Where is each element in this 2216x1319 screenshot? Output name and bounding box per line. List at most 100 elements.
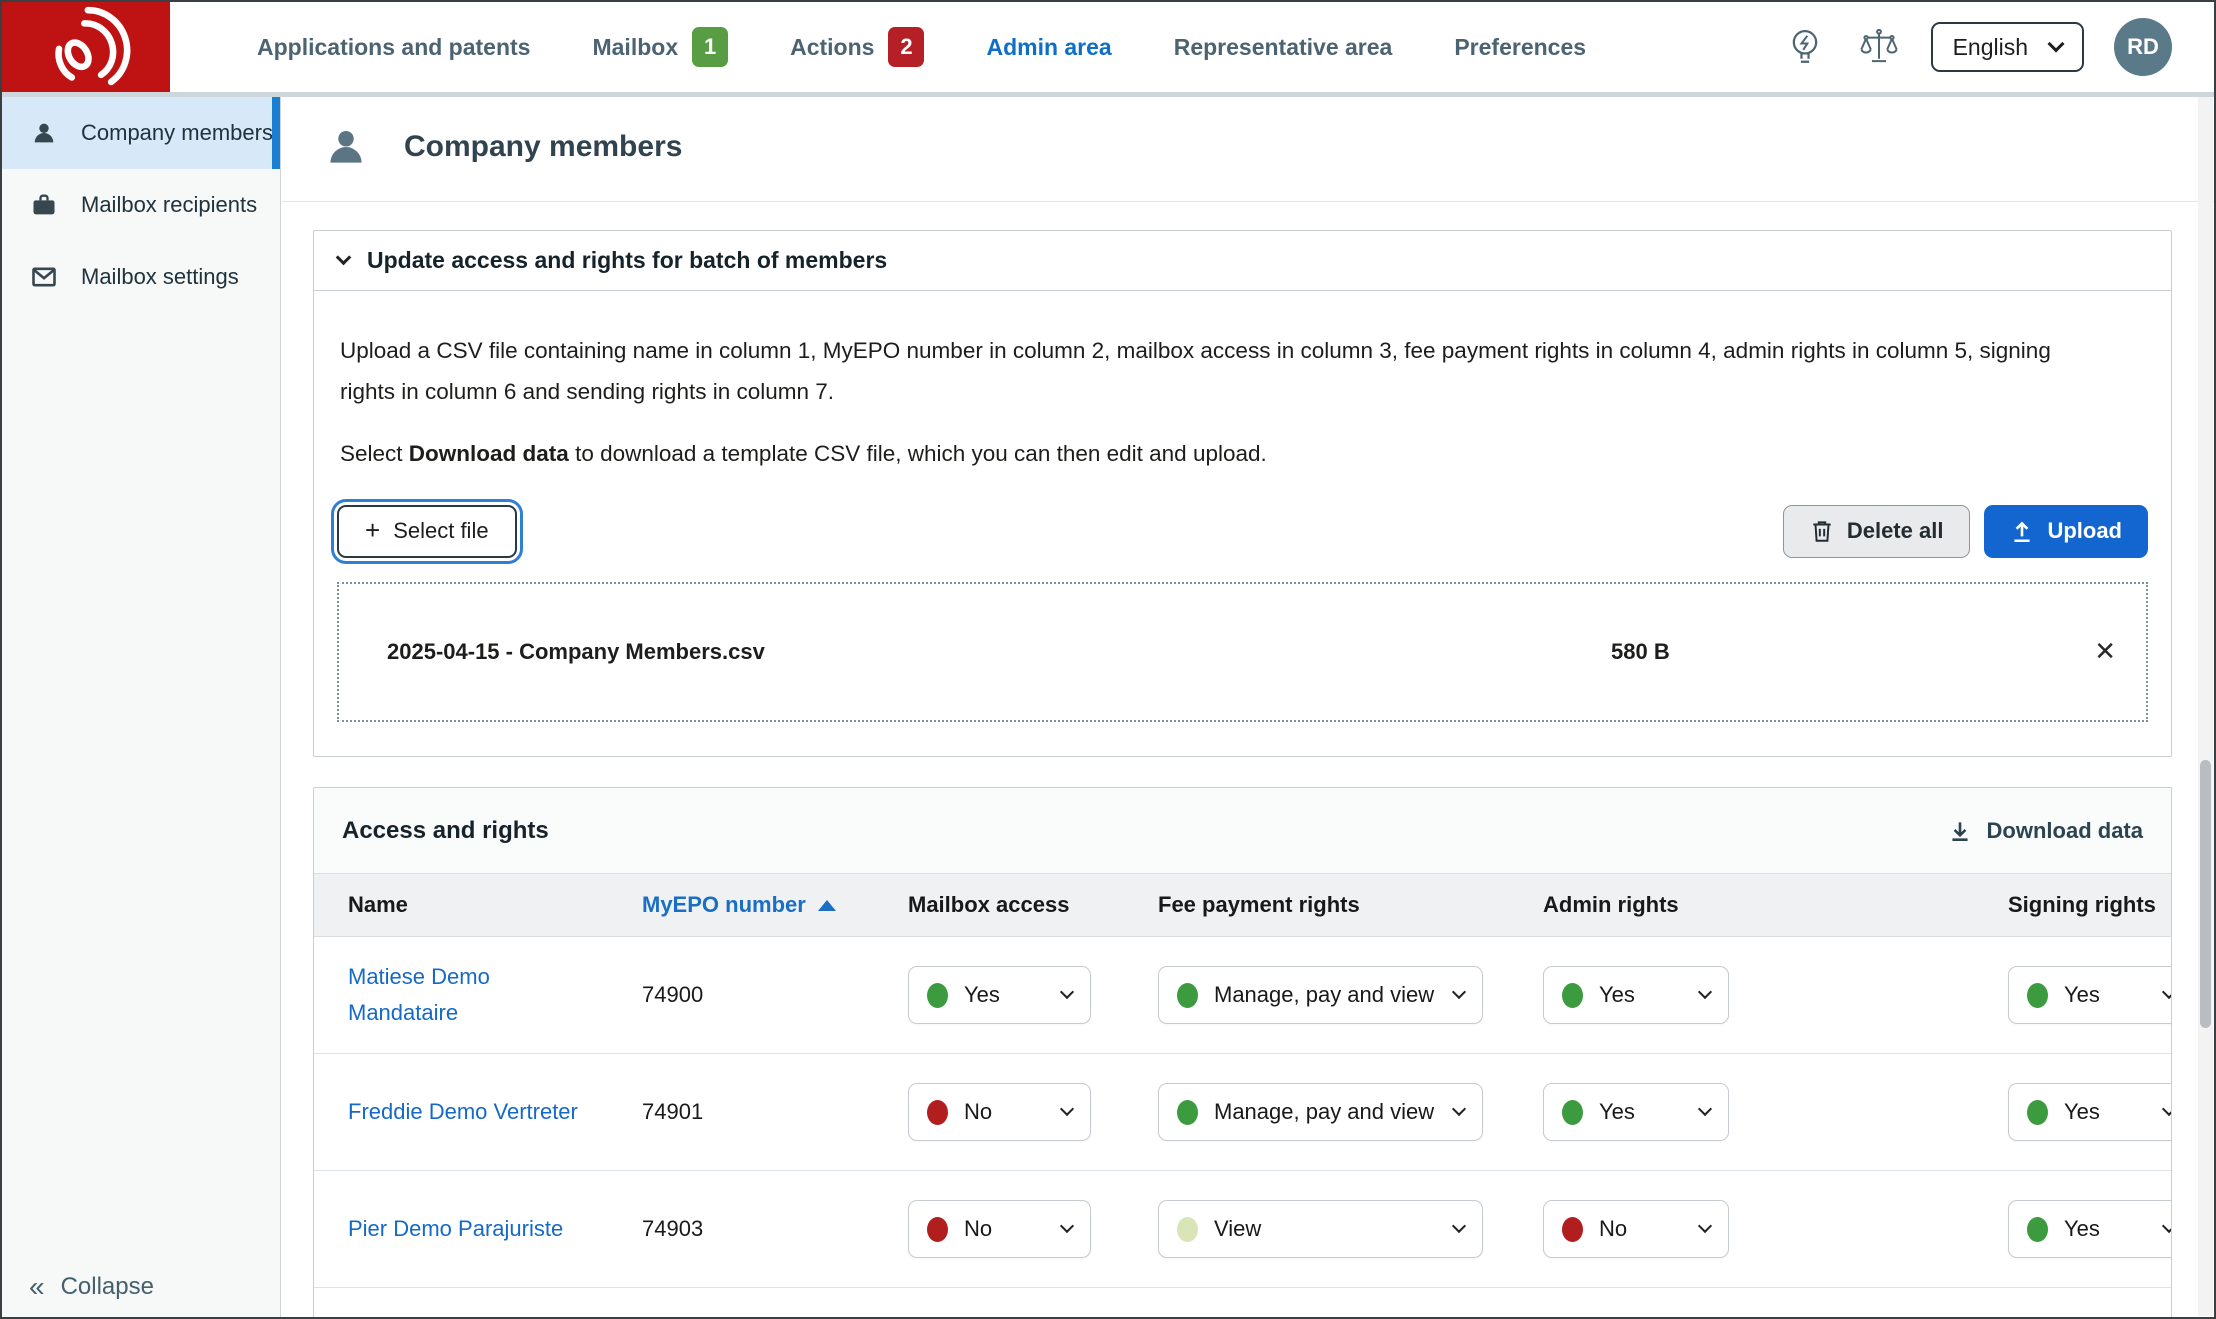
select-value: Yes (964, 982, 1000, 1008)
chevron-down-icon (336, 250, 352, 266)
select-value: Manage, pay and view (1214, 982, 1434, 1008)
upload-buttons-group: Delete all Upload (1783, 505, 2148, 558)
envelope-icon (29, 262, 59, 292)
column-header-myepo-sortable[interactable]: MyEPO number (638, 892, 908, 918)
access-panel-title: Access and rights (342, 817, 549, 845)
upload-button[interactable]: Upload (1984, 505, 2148, 558)
signing-rights-select[interactable]: Yes (2008, 966, 2172, 1024)
column-header-fee-payment-rights: Fee payment rights (1158, 892, 1543, 918)
upload-icon (2010, 518, 2034, 544)
member-name-link[interactable]: Matiese Demo Mandataire (314, 959, 638, 1032)
epo-logo[interactable] (2, 2, 170, 92)
mailbox-access-select[interactable]: Yes (908, 966, 1091, 1024)
page-scrollbar[interactable] (2198, 97, 2213, 1316)
nav-label: Mailbox (592, 34, 678, 61)
status-dot (2027, 1100, 2048, 1125)
sidebar-item-mailbox-recipients[interactable]: Mailbox recipients (2, 169, 280, 241)
language-select[interactable]: English (1931, 22, 2084, 72)
nav-representative-area[interactable]: Representative area (1143, 34, 1424, 61)
member-name-link[interactable]: Pier Demo Parajuriste (314, 1211, 638, 1247)
status-dot (927, 983, 948, 1008)
sidebar-item-company-members[interactable]: Company members (2, 97, 280, 169)
member-name[interactable]: Freddie Demo Vertreter (348, 1099, 578, 1124)
signing-rights-select[interactable]: Yes (2008, 1083, 2172, 1141)
instruction-prefix: Select (340, 441, 409, 466)
sidebar-item-label: Mailbox settings (81, 264, 239, 290)
nav-applications-and-patents[interactable]: Applications and patents (226, 34, 561, 61)
language-value: English (1953, 34, 2028, 61)
select-value: Yes (2064, 1099, 2100, 1125)
chevron-down-icon (1698, 1102, 1712, 1116)
select-value: Yes (2064, 982, 2100, 1008)
nav-actions[interactable]: Actions 2 (759, 27, 955, 67)
remove-file-button[interactable]: ✕ (2056, 636, 2116, 667)
delete-all-label: Delete all (1847, 518, 1944, 544)
file-actions-row: + Select file Delete all Upload (337, 505, 2148, 558)
myepo-number: 74901 (638, 1099, 908, 1125)
nav-admin-area[interactable]: Admin area (955, 34, 1142, 61)
scrollbar-thumb[interactable] (2200, 760, 2211, 1028)
instruction-bold: Download data (409, 441, 569, 466)
fee-payment-rights-select[interactable]: Manage, pay and view (1158, 966, 1483, 1024)
select-value: Yes (1599, 982, 1635, 1008)
user-avatar[interactable]: RD (2114, 18, 2172, 76)
status-dot (1562, 1217, 1583, 1242)
column-header-name: Name (314, 892, 638, 918)
batch-update-panel: Update access and rights for batch of me… (313, 230, 2172, 757)
mailbox-access-select[interactable]: No (908, 1083, 1091, 1141)
sidebar-item-label: Company members (81, 120, 273, 146)
member-name[interactable]: Matiese Demo Mandataire (348, 964, 490, 1025)
collapse-icon: « (29, 1273, 45, 1301)
mailbox-access-select[interactable]: No (908, 1200, 1091, 1258)
file-dropzone[interactable]: 2025-04-15 - Company Members.csv 580 B ✕ (337, 582, 2148, 722)
nav-preferences[interactable]: Preferences (1423, 34, 1617, 61)
select-value: View (1214, 1216, 1261, 1242)
myepo-number: 74900 (638, 982, 908, 1008)
admin-rights-select[interactable]: No (1543, 1200, 1729, 1258)
member-name-link[interactable]: Bas Demo (314, 1288, 638, 1317)
nav-label: Representative area (1174, 34, 1393, 61)
chevron-down-icon (1452, 1102, 1466, 1116)
chevron-down-icon (2048, 36, 2065, 53)
column-header-mailbox-access: Mailbox access (908, 892, 1158, 918)
top-navigation-bar: Applications and patents Mailbox 1 Actio… (2, 2, 2214, 97)
scales-icon[interactable] (1857, 25, 1901, 69)
delete-all-button[interactable]: Delete all (1783, 505, 1971, 558)
main-content: Company members Update access and rights… (282, 97, 2214, 1317)
nav-label: Preferences (1454, 34, 1586, 61)
select-file-button[interactable]: + Select file (337, 505, 517, 558)
signing-rights-select[interactable]: Yes (2008, 1200, 2172, 1258)
table-row-partial: Bas Demo (314, 1288, 2171, 1317)
column-header-signing-rights: Signing rights (2008, 892, 2172, 918)
column-header-label: MyEPO number (642, 892, 806, 918)
select-value: Yes (1599, 1099, 1635, 1125)
person-icon (29, 118, 59, 148)
sidebar-collapse-button[interactable]: « Collapse (29, 1273, 154, 1301)
sidebar-item-mailbox-settings[interactable]: Mailbox settings (2, 241, 280, 313)
admin-rights-select[interactable]: Yes (1543, 966, 1729, 1024)
nav-mailbox[interactable]: Mailbox 1 (561, 27, 759, 67)
status-dot (1177, 1217, 1198, 1242)
admin-rights-select[interactable]: Yes (1543, 1083, 1729, 1141)
access-rights-panel: Access and rights Download data Name MyE… (313, 787, 2172, 1317)
fee-payment-rights-select[interactable]: Manage, pay and view (1158, 1083, 1483, 1141)
member-name[interactable]: Pier Demo Parajuriste (348, 1216, 563, 1241)
download-data-link[interactable]: Download data (1948, 818, 2143, 844)
select-value: Yes (2064, 1216, 2100, 1242)
epo-spiral-icon (40, 6, 132, 88)
batch-description: Upload a CSV file containing name in col… (340, 331, 2101, 412)
member-name-link[interactable]: Freddie Demo Vertreter (314, 1094, 638, 1130)
uploaded-file-name: 2025-04-15 - Company Members.csv (387, 639, 1611, 665)
chevron-down-icon (1452, 985, 1466, 999)
access-panel-header: Access and rights Download data (314, 788, 2171, 873)
collapse-label: Collapse (61, 1273, 154, 1301)
member-name[interactable]: Bas Demo (348, 1313, 451, 1317)
table-row: Matiese Demo Mandataire 74900 Yes Manage… (314, 937, 2171, 1054)
lightbulb-icon[interactable] (1783, 25, 1827, 69)
chevron-down-icon (1452, 1219, 1466, 1233)
primary-nav: Applications and patents Mailbox 1 Actio… (226, 27, 1617, 67)
fee-payment-rights-select[interactable]: View (1158, 1200, 1483, 1258)
status-dot (927, 1100, 948, 1125)
download-icon (1948, 818, 1972, 844)
batch-panel-toggle[interactable]: Update access and rights for batch of me… (314, 231, 2171, 291)
